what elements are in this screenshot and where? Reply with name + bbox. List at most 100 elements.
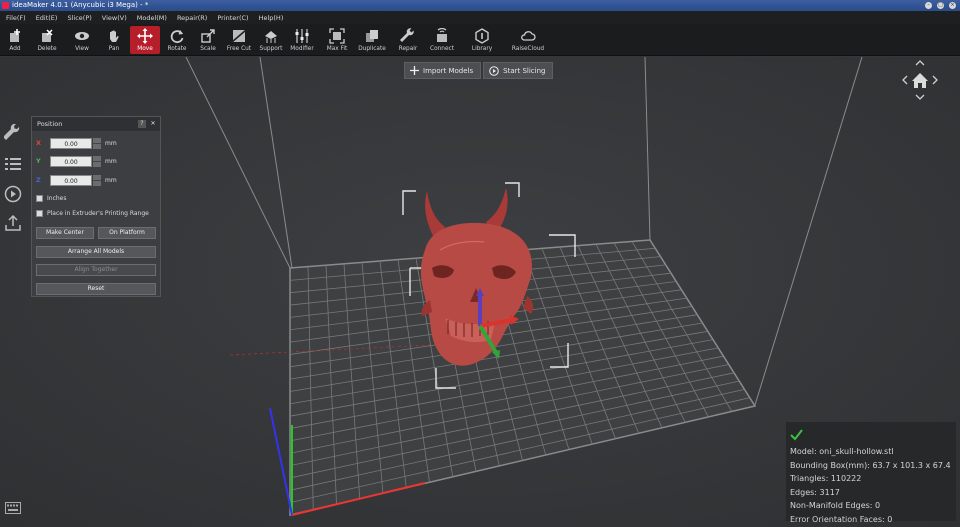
title-bar: ideaMaker 4.0.1 (Anycubic i3 Mega) - * –… <box>0 0 960 11</box>
menu-edit[interactable]: Edit(E) <box>36 14 58 22</box>
connect-button[interactable]: Connect <box>427 26 457 54</box>
view-left-icon[interactable] <box>902 75 908 85</box>
menu-help[interactable]: Help(H) <box>259 14 284 22</box>
import-models-button[interactable]: Import Models <box>404 62 482 79</box>
inches-checkbox[interactable] <box>36 194 43 202</box>
window-controls: – □ × <box>925 0 956 11</box>
start-slicing-button[interactable]: Start Slicing <box>483 62 554 79</box>
connect-icon <box>437 28 447 42</box>
wrench-tool-icon[interactable] <box>4 124 22 142</box>
modifier-button[interactable]: Modifier <box>287 26 317 54</box>
reset-button[interactable]: Reset <box>36 283 156 295</box>
x-axis-label: X <box>36 139 42 147</box>
plus-icon <box>410 66 419 75</box>
delete-icon <box>42 29 53 42</box>
keyboard-icon[interactable] <box>5 502 21 514</box>
maximize-icon[interactable]: □ <box>937 2 944 9</box>
z-position-field[interactable]: 0.00 <box>50 174 92 186</box>
y-spinner[interactable] <box>93 155 101 167</box>
rotate-button[interactable]: Rotate <box>162 26 192 54</box>
model-name: Model: oni_skull-hollow.stl <box>790 447 894 456</box>
play-icon[interactable] <box>4 185 22 203</box>
add-button[interactable]: Add <box>0 26 30 54</box>
max-fit-icon <box>329 28 345 44</box>
help-icon[interactable]: ? <box>138 120 146 128</box>
list-icon[interactable] <box>4 155 22 173</box>
close-icon[interactable]: × <box>949 2 956 9</box>
hand-icon <box>110 30 119 42</box>
menu-bar: File(F) Edit(E) Slice(P) View(V) Model(M… <box>0 11 960 24</box>
free-cut-button[interactable]: Free Cut <box>224 26 254 54</box>
library-button[interactable]: Library <box>467 26 497 54</box>
duplicate-button[interactable]: Duplicate <box>357 26 387 54</box>
ideamaker-window: ideaMaker 4.0.1 (Anycubic i3 Mega) - * –… <box>0 0 960 527</box>
non-manifold-edges: Non-Manifold Edges: 0 <box>790 501 881 510</box>
panel-title: Position <box>37 120 63 128</box>
delete-button[interactable]: Delete <box>32 26 62 54</box>
window-title: ideaMaker 4.0.1 (Anycubic i3 Mega) - * <box>12 1 149 9</box>
view-down-icon[interactable] <box>915 94 925 100</box>
y-axis-label: Y <box>36 157 41 165</box>
minimize-icon[interactable]: – <box>925 2 932 9</box>
duplicate-icon <box>366 30 378 42</box>
repair-button[interactable]: Repair <box>393 26 423 54</box>
arrange-all-models-button[interactable]: Arrange All Models <box>36 246 156 258</box>
move-arrows-icon <box>137 28 153 44</box>
inches-label: Inches <box>47 194 67 202</box>
menu-model[interactable]: Model(M) <box>137 14 167 22</box>
cloud-icon <box>521 31 536 41</box>
menu-file[interactable]: File(F) <box>6 14 26 22</box>
y-position-row: Y 0.00 mm <box>36 155 117 167</box>
menu-view[interactable]: View(V) <box>102 14 127 22</box>
view-navigation-cluster <box>902 60 938 100</box>
viewport-action-bar: Import Models Start Slicing <box>404 62 554 79</box>
move-button[interactable]: Move <box>130 26 160 54</box>
x-unit: mm <box>105 139 117 147</box>
extruder-range-label: Place in Extruder's Printing Range <box>47 209 149 217</box>
wrench-icon <box>400 28 414 42</box>
home-view-icon[interactable] <box>912 73 928 88</box>
z-spinner[interactable] <box>93 174 101 186</box>
close-icon[interactable]: ✕ <box>149 120 157 128</box>
menu-slice[interactable]: Slice(P) <box>67 14 91 22</box>
add-icon <box>10 29 20 42</box>
x-spinner[interactable] <box>93 137 101 149</box>
raisecloud-button[interactable]: RaiseCloud <box>510 26 546 54</box>
edges-count: Edges: 3117 <box>790 487 840 497</box>
error-orientation-faces: Error Orientation Faces: 0 <box>790 514 893 524</box>
z-position-row: Z 0.00 mm <box>36 174 117 186</box>
make-center-button[interactable]: Make Center <box>36 227 94 239</box>
library-icon <box>475 28 489 44</box>
toolbar: Add Delete View Pan Move Rotate Scale Fr… <box>0 24 960 56</box>
play-circle-icon <box>489 65 499 76</box>
menu-repair[interactable]: Repair(R) <box>177 14 207 22</box>
on-platform-button[interactable]: On Platform <box>98 227 156 239</box>
z-unit: mm <box>105 176 117 184</box>
pan-button[interactable]: Pan <box>99 26 129 54</box>
check-icon <box>790 429 803 441</box>
view-up-icon[interactable] <box>915 60 925 66</box>
bounding-box: Bounding Box(mm): 63.7 x 101.3 x 67.4 <box>790 460 951 470</box>
extruder-range-checkbox-row[interactable]: Place in Extruder's Printing Range <box>36 208 149 218</box>
z-axis-label: Z <box>36 176 41 184</box>
model-info-panel: Model: oni_skull-hollow.stl Bounding Box… <box>786 422 956 524</box>
y-position-field[interactable]: 0.00 <box>50 155 92 167</box>
rotate-icon <box>170 30 184 44</box>
view-button[interactable]: View <box>67 26 97 54</box>
position-panel-header: Position ? ✕ <box>32 117 160 131</box>
scale-button[interactable]: Scale <box>193 26 223 54</box>
max-fit-button[interactable]: Max Fit <box>322 26 352 54</box>
triangles-count: Triangles: 110222 <box>790 474 862 483</box>
support-button[interactable]: Support <box>256 26 286 54</box>
x-position-row: X 0.00 mm <box>36 137 117 149</box>
extruder-range-checkbox[interactable] <box>36 209 43 217</box>
app-icon <box>2 2 9 9</box>
view-right-icon[interactable] <box>932 75 938 85</box>
y-unit: mm <box>105 157 117 165</box>
upload-icon[interactable] <box>4 214 22 232</box>
inches-checkbox-row[interactable]: Inches <box>36 193 67 203</box>
sliders-icon <box>295 29 309 43</box>
menu-printer[interactable]: Printer(C) <box>217 14 248 22</box>
x-position-field[interactable]: 0.00 <box>50 137 92 149</box>
align-together-button[interactable]: Align Together <box>36 264 156 276</box>
